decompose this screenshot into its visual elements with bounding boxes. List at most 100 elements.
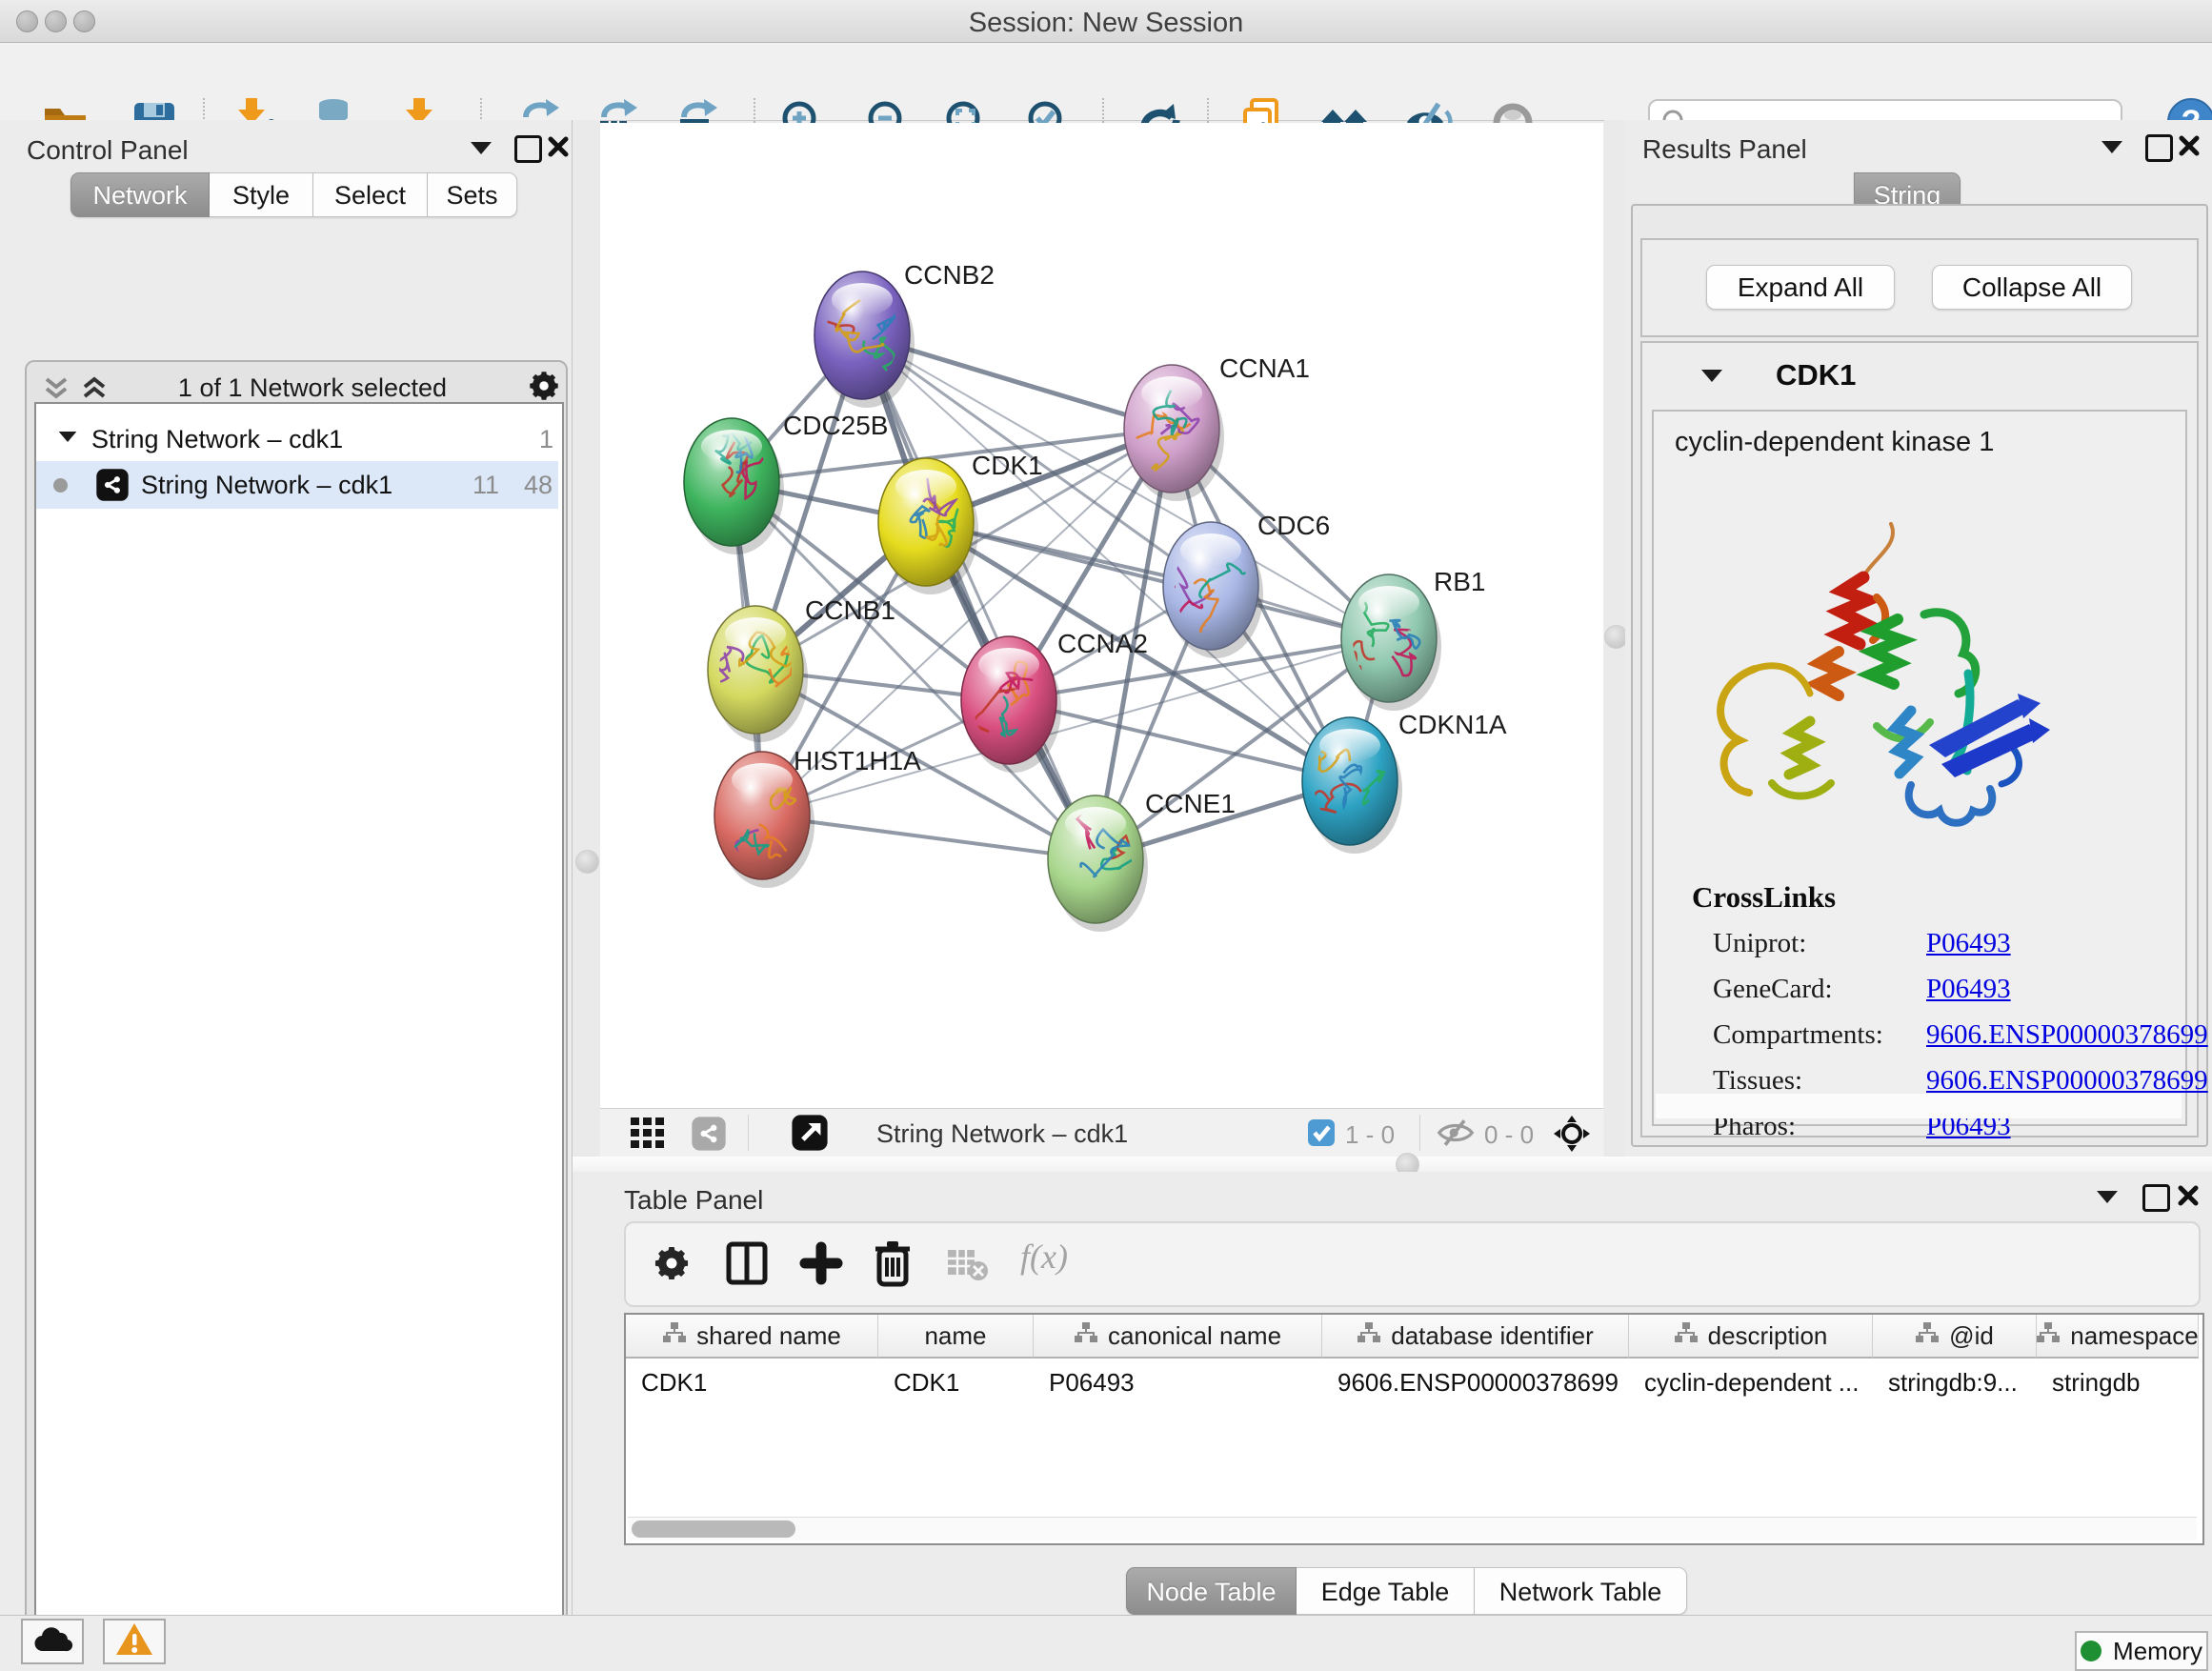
current-network-dot-icon	[53, 478, 68, 493]
right-splitter[interactable]	[1604, 120, 1627, 1157]
tab-select[interactable]: Select	[313, 172, 428, 217]
results-panel-menu-icon[interactable]	[2101, 141, 2122, 153]
network-node-count: 11	[473, 471, 499, 500]
horizontal-splitter[interactable]	[573, 1157, 2212, 1172]
crosslink-label: Compartments:	[1713, 1019, 1883, 1051]
cytoscape-window: Session: New Session ? Control Panel Net…	[0, 0, 2212, 1671]
network-collection-row[interactable]: String Network – cdk1 1	[36, 417, 558, 461]
network-view-toolbar: String Network – cdk1 1 - 0 0 - 0	[600, 1108, 1603, 1157]
fit-selected-crosshair-icon[interactable]	[1553, 1115, 1591, 1158]
results-panel: Results Panel String Expand All Collapse…	[1625, 120, 2212, 1157]
string-results-container: Expand All Collapse All CDK1 cyclin-depe…	[1631, 204, 2208, 1147]
node-CCNB1[interactable]: CCNB1	[708, 595, 895, 742]
show-columns-icon[interactable]	[725, 1240, 769, 1291]
tab-network[interactable]: Network	[70, 172, 210, 217]
results-panel-close-icon[interactable]	[2178, 134, 2201, 162]
table-cell[interactable]: 9606.ENSP00000378699	[1322, 1360, 1629, 1404]
memory-status-dot-icon	[2081, 1641, 2101, 1661]
column-header--id[interactable]: @id	[1873, 1315, 2037, 1359]
column-header-namespace[interactable]: namespace	[2037, 1315, 2199, 1359]
control-panel-menu-icon[interactable]	[471, 142, 492, 154]
crosslinks-scrollbar[interactable]	[1656, 1094, 2182, 1118]
table-panel-float-icon[interactable]	[2142, 1184, 2170, 1212]
table-horizontal-scrollbar[interactable]	[628, 1517, 2197, 1540]
control-panel-float-icon[interactable]	[514, 135, 542, 163]
delete-column-icon[interactable]	[872, 1238, 914, 1293]
crosslinks-title: CrossLinks	[1692, 880, 1836, 915]
crosslink-value-link[interactable]: P06493	[1926, 928, 2011, 959]
protein-entry-box: CDK1 cyclin-dependent kinase 1 CrossLink…	[1640, 341, 2199, 1137]
column-header-database-identifier[interactable]: database identifier	[1322, 1315, 1629, 1359]
node-HIST1H1A[interactable]: HIST1H1A	[714, 746, 921, 888]
collapse-all-networks-icon[interactable]	[44, 375, 69, 405]
network-overview-icon[interactable]	[691, 1116, 727, 1157]
node-CCNA1[interactable]: CCNA1	[1124, 353, 1310, 501]
crosslink-label: Tissues:	[1713, 1065, 1802, 1097]
table-cell[interactable]: stringdb	[2037, 1360, 2199, 1404]
left-splitter-handle[interactable]	[575, 850, 599, 874]
tab-network-table[interactable]: Network Table	[1475, 1567, 1687, 1615]
node-column-icon	[1074, 1321, 1098, 1351]
network-canvas[interactable]: CCNB2CCNA1CDC25BCDK1CDC6RB1CCNB1CCNA2CDK…	[600, 123, 1603, 1108]
table-cell[interactable]: P06493	[1034, 1360, 1322, 1404]
column-header-name[interactable]: name	[878, 1315, 1034, 1359]
add-column-icon[interactable]	[799, 1240, 843, 1291]
scrollbar-thumb[interactable]	[632, 1520, 795, 1538]
table-cell[interactable]: CDK1	[878, 1360, 1034, 1404]
table-panel-title: Table Panel	[624, 1185, 763, 1216]
network-tree: String Network – cdk1 1 String Network –…	[34, 402, 564, 1671]
crosslink-value-link[interactable]: 9606.ENSP00000378699	[1926, 1065, 2208, 1097]
collection-label: String Network – cdk1	[91, 425, 343, 454]
expand-all-button[interactable]: Expand All	[1706, 265, 1895, 310]
column-header-description[interactable]: description	[1629, 1315, 1873, 1359]
table-settings-gear-icon[interactable]	[651, 1242, 693, 1289]
results-panel-float-icon[interactable]	[2145, 134, 2173, 162]
network-label: String Network – cdk1	[141, 471, 392, 500]
node-RB1[interactable]: RB1	[1338, 567, 1486, 711]
tab-edge-table[interactable]: Edge Table	[1297, 1567, 1475, 1615]
protein-structure-image[interactable]	[1696, 507, 2077, 836]
node-CDC6[interactable]: CDC6	[1143, 511, 1330, 658]
network-row-selected[interactable]: String Network – cdk1 11 48	[36, 461, 558, 509]
crosslink-value-link[interactable]: P06493	[1926, 974, 2011, 1005]
show-grid-icon[interactable]	[631, 1117, 667, 1155]
tab-sets[interactable]: Sets	[428, 172, 517, 217]
selected-checkbox-icon[interactable]	[1307, 1118, 1336, 1152]
collection-expand-icon[interactable]	[59, 432, 77, 442]
table-cell[interactable]: cyclin-dependent ...	[1629, 1360, 1873, 1404]
edge-CCNB2-CCNE1[interactable]	[862, 335, 1096, 859]
status-bar: Memory	[0, 1615, 2212, 1671]
node-label-CDC25B: CDC25B	[783, 411, 888, 440]
memory-label: Memory	[2113, 1637, 2202, 1666]
column-header-shared-name[interactable]: shared name	[626, 1315, 878, 1359]
expand-all-networks-icon[interactable]	[82, 375, 107, 405]
protein-collapse-icon[interactable]	[1701, 370, 1722, 382]
warnings-button[interactable]	[103, 1619, 166, 1664]
node-label-CCNA2: CCNA2	[1057, 629, 1148, 658]
crosslink-value-link[interactable]: 9606.ENSP00000378699	[1926, 1019, 2208, 1051]
node-CDKN1A[interactable]: CDKN1A	[1302, 710, 1507, 854]
detach-view-icon[interactable]	[791, 1114, 829, 1157]
control-panel-close-icon[interactable]	[547, 135, 570, 163]
node-column-icon	[1674, 1321, 1699, 1351]
table-cell[interactable]: CDK1	[626, 1360, 878, 1404]
node-table: shared namenamecanonical namedatabase id…	[624, 1313, 2204, 1545]
left-splitter[interactable]	[573, 120, 600, 1157]
tab-node-table[interactable]: Node Table	[1126, 1567, 1297, 1615]
crosslink-label: Uniprot:	[1713, 928, 1806, 959]
warning-icon	[114, 1621, 154, 1662]
table-panel-menu-icon[interactable]	[2097, 1191, 2118, 1203]
collapse-all-button[interactable]: Collapse All	[1932, 265, 2132, 310]
expand-collapse-box: Expand All Collapse All	[1640, 238, 2199, 337]
title-bar[interactable]: Session: New Session	[0, 0, 2212, 43]
node-CCNE1[interactable]: CCNE1	[1048, 789, 1236, 932]
table-panel-close-icon[interactable]	[2177, 1184, 2200, 1212]
cloud-status-button[interactable]	[21, 1619, 84, 1664]
node-CCNB2[interactable]: CCNB2	[814, 260, 995, 408]
memory-button[interactable]: Memory	[2075, 1631, 2208, 1671]
network-edge-count: 48	[524, 471, 553, 500]
column-header-canonical-name[interactable]: canonical name	[1034, 1315, 1322, 1359]
delete-table-icon	[946, 1248, 990, 1287]
tab-style[interactable]: Style	[210, 172, 313, 217]
table-cell[interactable]: stringdb:9...	[1873, 1360, 2037, 1404]
